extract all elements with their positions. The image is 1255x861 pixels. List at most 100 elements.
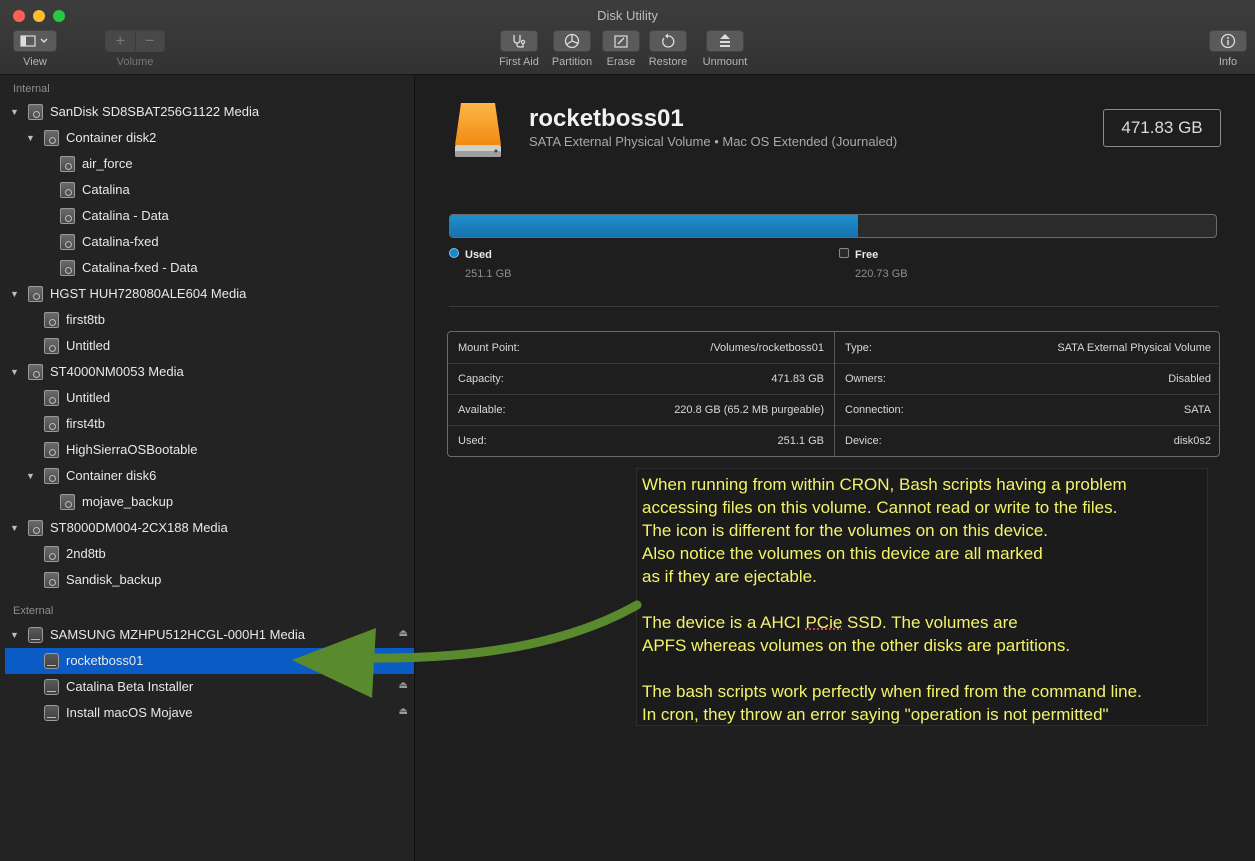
free-swatch-icon xyxy=(839,248,849,258)
divider xyxy=(449,306,1219,307)
capacity-badge: 471.83 GB xyxy=(1103,109,1221,147)
volume-icon xyxy=(60,182,75,198)
free-value: 220.73 GB xyxy=(855,268,908,280)
internal-disk-icon xyxy=(28,520,43,536)
info-table: Mount Point:/Volumes/rocketboss01 Capaci… xyxy=(447,331,1221,457)
partition-label: Partition xyxy=(551,56,593,68)
erase-label: Erase xyxy=(606,56,636,68)
annotation-note: When running from within CRON, Bash scri… xyxy=(636,468,1208,726)
used-value: 251.1 GB xyxy=(465,268,512,280)
info-icon xyxy=(1209,30,1247,52)
volume-icon xyxy=(60,260,75,276)
legend-free: Free 220.73 GB xyxy=(839,248,908,280)
volume-icon xyxy=(44,338,59,354)
sidebar-item-container-disk6[interactable]: ▼ Container disk6 xyxy=(0,463,414,489)
partition-button[interactable]: Partition xyxy=(547,30,597,68)
info-column-right: Type: SATA External Physical Volume Owner… xyxy=(835,332,1221,456)
sidebar-item-catalina-fxed[interactable]: Catalina-fxed xyxy=(0,229,414,255)
external-volume-icon xyxy=(44,679,59,695)
section-external: External xyxy=(13,605,54,617)
volume-buttons[interactable]: + − Volume xyxy=(105,30,165,68)
info-row-type: Type: SATA External Physical Volume xyxy=(835,332,1221,364)
sidebar-item-hgst-media[interactable]: ▼ HGST HUH728080ALE604 Media xyxy=(0,281,414,307)
info-column-left: Mount Point:/Volumes/rocketboss01 Capaci… xyxy=(448,332,835,456)
first-aid-button[interactable]: First Aid xyxy=(494,30,544,68)
sidebar-item-container-disk2[interactable]: ▼ Container disk2 xyxy=(0,125,414,151)
sidebar-item-first8tb[interactable]: first8tb xyxy=(0,307,414,333)
info-button[interactable]: Info xyxy=(1208,30,1248,68)
volume-name: rocketboss01 xyxy=(529,105,684,132)
disclosure-triangle-icon[interactable]: ▼ xyxy=(26,471,35,481)
info-label: Info xyxy=(1218,56,1238,68)
external-volume-icon xyxy=(44,653,59,669)
container-icon xyxy=(44,130,59,146)
plus-minus-icon: + − xyxy=(105,30,165,52)
container-icon xyxy=(44,468,59,484)
info-row-mount-point: Mount Point:/Volumes/rocketboss01 xyxy=(448,332,834,364)
sidebar-item-sandisk-media[interactable]: ▼ SanDisk SD8SBAT256G1122 Media xyxy=(0,99,414,125)
volume-icon xyxy=(44,390,59,406)
annotation-arrow-icon xyxy=(292,600,642,698)
sidebar-item-st4000-media[interactable]: ▼ ST4000NM0053 Media xyxy=(0,359,414,385)
used-swatch-icon xyxy=(449,248,459,258)
sidebar-item-st8000-media[interactable]: ▼ ST8000DM004-2CX188 Media xyxy=(0,515,414,541)
unmount-label: Unmount xyxy=(702,56,748,68)
disclosure-triangle-icon[interactable]: ▼ xyxy=(10,289,19,299)
sidebar-item-highsierra[interactable]: HighSierraOSBootable xyxy=(0,437,414,463)
view-label: View xyxy=(23,56,47,68)
usage-bar-used xyxy=(450,215,858,237)
window-title: Disk Utility xyxy=(597,8,658,23)
internal-disk-icon xyxy=(28,286,43,302)
sidebar: Internal ▼ SanDisk SD8SBAT256G1122 Media… xyxy=(0,75,415,861)
erase-icon xyxy=(602,30,640,52)
info-row-connection: Connection: SATA xyxy=(835,394,1221,426)
volume-description: SATA External Physical Volume • Mac OS E… xyxy=(529,134,898,149)
restore-label: Restore xyxy=(648,56,688,68)
erase-button[interactable]: Erase xyxy=(601,30,641,68)
info-row-available: Available: 220.8 GB (65.2 MB purgeable) xyxy=(448,394,834,426)
disclosure-triangle-icon[interactable]: ▼ xyxy=(10,523,19,533)
disclosure-triangle-icon[interactable]: ▼ xyxy=(26,133,35,143)
sidebar-item-2nd8tb[interactable]: 2nd8tb xyxy=(0,541,414,567)
volume-icon xyxy=(60,208,75,224)
disclosure-triangle-icon[interactable]: ▼ xyxy=(10,107,19,117)
pie-icon xyxy=(553,30,591,52)
toolbar: Disk Utility View + − Volume First Aid Pa… xyxy=(0,0,1255,75)
legend-used: Used 251.1 GB xyxy=(449,248,511,280)
internal-disk-icon xyxy=(28,104,43,120)
info-row-owners: Owners: Disabled xyxy=(835,363,1221,395)
usage-bar xyxy=(449,214,1217,238)
volume-icon xyxy=(60,494,75,510)
view-button[interactable]: View xyxy=(12,30,58,68)
volume-icon xyxy=(44,312,59,328)
sidebar-item-catalina[interactable]: Catalina xyxy=(0,177,414,203)
sidebar-item-mojave-backup[interactable]: mojave_backup xyxy=(0,489,414,515)
restore-button[interactable]: Restore xyxy=(647,30,689,68)
stethoscope-icon xyxy=(500,30,538,52)
section-internal: Internal xyxy=(13,83,50,95)
sidebar-item-air-force[interactable]: air_force xyxy=(0,151,414,177)
volume-icon xyxy=(60,234,75,250)
info-row-capacity: Capacity: 471.83 GB xyxy=(448,363,834,395)
volume-icon xyxy=(44,442,59,458)
sidebar-item-catalina-data[interactable]: Catalina - Data xyxy=(0,203,414,229)
disclosure-triangle-icon[interactable]: ▼ xyxy=(10,367,19,377)
disclosure-triangle-icon[interactable]: ▼ xyxy=(10,630,19,640)
restore-icon xyxy=(649,30,687,52)
sidebar-item-catalina-fxed-data[interactable]: Catalina-fxed - Data xyxy=(0,255,414,281)
sidebar-item-untitled-2[interactable]: Untitled xyxy=(0,385,414,411)
first-aid-label: First Aid xyxy=(499,56,539,68)
external-disk-icon xyxy=(28,627,43,643)
info-row-used: Used: 251.1 GB xyxy=(458,435,824,447)
internal-disk-icon xyxy=(28,364,43,380)
volume-icon xyxy=(44,416,59,432)
volume-icon xyxy=(44,546,59,562)
sidebar-item-first4tb[interactable]: first4tb xyxy=(0,411,414,437)
volume-label: Volume xyxy=(116,56,154,68)
external-drive-icon xyxy=(455,103,501,157)
info-row-device: Device: disk0s2 xyxy=(845,435,1211,447)
external-volume-icon xyxy=(44,705,59,721)
unmount-button[interactable]: Unmount xyxy=(700,30,750,68)
sidebar-item-untitled-1[interactable]: Untitled xyxy=(0,333,414,359)
sidebar-icon xyxy=(13,30,57,52)
